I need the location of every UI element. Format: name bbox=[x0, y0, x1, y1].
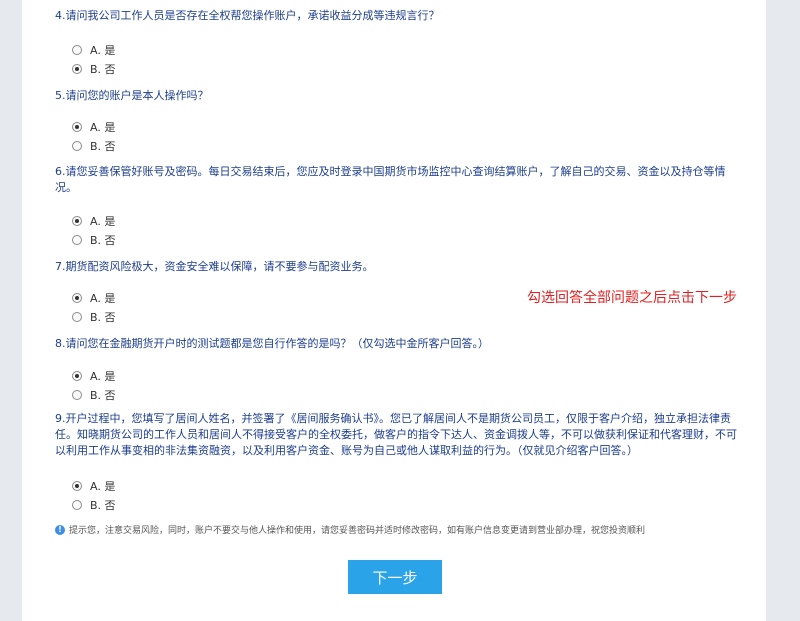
radio-unchecked[interactable] bbox=[72, 141, 82, 151]
question-text: 8.请问您在金融期货开户时的测试题都是您自行作答的是吗？（仅勾选中金所客户回答。… bbox=[55, 337, 489, 350]
answer-option[interactable]: B. 否 bbox=[72, 232, 116, 248]
question-text: 4.请问我公司工作人员是否存在全权帮您操作账户，承诺收益分成等违规言行？ bbox=[55, 9, 440, 22]
option-label: A. 是 bbox=[90, 370, 116, 383]
radio-unchecked[interactable] bbox=[72, 312, 82, 322]
page-right-margin bbox=[766, 0, 800, 621]
option-label: A. 是 bbox=[90, 480, 116, 493]
radio-checked[interactable] bbox=[72, 371, 82, 381]
radio-checked[interactable] bbox=[72, 293, 82, 303]
answer-option[interactable]: B. 否 bbox=[72, 387, 116, 403]
option-label: A. 是 bbox=[90, 121, 116, 134]
radio-unchecked[interactable] bbox=[72, 500, 82, 510]
question-text: 7.期货配资风险极大，资金安全难以保障，请不要参与配资业务。 bbox=[55, 260, 374, 273]
radio-unchecked[interactable] bbox=[72, 45, 82, 55]
hint-text: 提示您，注意交易风险，同时，账户不要交与他人操作和使用，请您妥善密码并适时修改密… bbox=[69, 526, 646, 536]
option-label: B. 否 bbox=[90, 234, 116, 247]
answer-option[interactable]: A. 是 bbox=[72, 213, 115, 229]
option-label: B. 否 bbox=[90, 389, 116, 402]
questionnaire-page: 4.请问我公司工作人员是否存在全权帮您操作账户，承诺收益分成等违规言行？ A. 是… bbox=[22, 0, 766, 621]
answer-option[interactable]: B. 否 bbox=[72, 497, 116, 513]
option-label: B. 否 bbox=[90, 499, 116, 512]
answer-option[interactable]: B. 否 bbox=[72, 309, 116, 325]
instruction-annotation: 勾选回答全部问题之后点击下一步 bbox=[527, 290, 737, 306]
question-text: 5.请问您的账户是本人操作吗？ bbox=[55, 89, 209, 102]
radio-checked[interactable] bbox=[72, 216, 82, 226]
answer-option[interactable]: A. 是 bbox=[72, 290, 115, 306]
option-label: A. 是 bbox=[90, 292, 116, 305]
option-label: A. 是 bbox=[90, 215, 116, 228]
answer-option[interactable]: A. 是 bbox=[72, 42, 115, 58]
option-label: A. 是 bbox=[90, 44, 116, 57]
question-text: 6.请您妥善保管好账号及密码。每日交易结束后，您应及时登录中国期货市场监控中心查… bbox=[55, 165, 726, 194]
radio-checked[interactable] bbox=[72, 64, 82, 74]
answer-option[interactable]: A. 是 bbox=[72, 478, 115, 494]
info-icon: ! bbox=[55, 524, 65, 535]
option-label: B. 否 bbox=[90, 140, 116, 153]
question-text: 9.开户过程中，您填写了居间人姓名，并签署了《居间服务确认书》。您已了解居间人不… bbox=[55, 412, 737, 457]
hint-bar: ! 提示您，注意交易风险，同时，账户不要交与他人操作和使用，请您妥善密码并适时修… bbox=[55, 523, 645, 536]
radio-unchecked[interactable] bbox=[72, 235, 82, 245]
answer-option[interactable]: A. 是 bbox=[72, 368, 115, 384]
answer-option[interactable]: B. 否 bbox=[72, 138, 116, 154]
radio-checked[interactable] bbox=[72, 481, 82, 491]
option-label: B. 否 bbox=[90, 311, 116, 324]
answer-option[interactable]: A. 是 bbox=[72, 119, 115, 135]
option-label: B. 否 bbox=[90, 63, 116, 76]
radio-unchecked[interactable] bbox=[72, 390, 82, 400]
answer-option[interactable]: B. 否 bbox=[72, 61, 116, 77]
next-step-button[interactable]: 下一步 bbox=[348, 560, 442, 594]
radio-checked[interactable] bbox=[72, 122, 82, 132]
